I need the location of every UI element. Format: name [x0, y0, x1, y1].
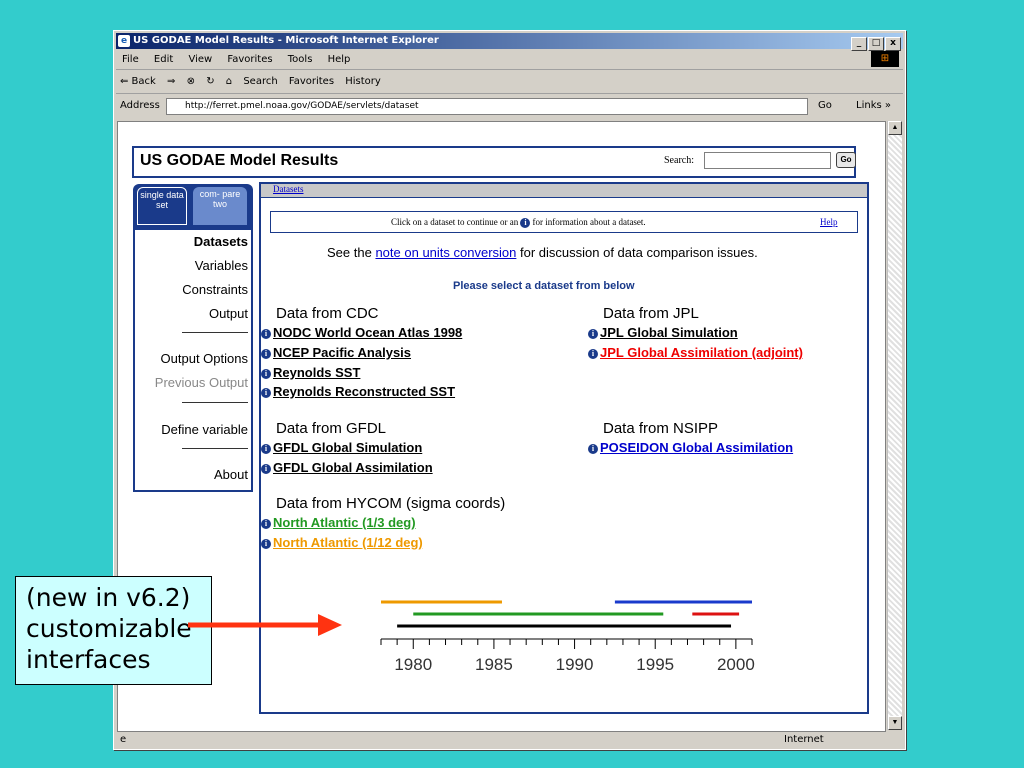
callout-arrow-layer — [188, 614, 342, 636]
callout-arrow-head — [318, 614, 342, 636]
